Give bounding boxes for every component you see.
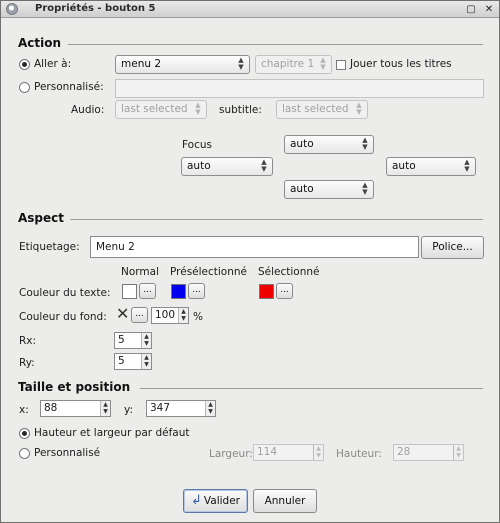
- focus-left-value: auto: [187, 160, 211, 172]
- focus-top-select[interactable]: auto ▲ ▼: [284, 135, 374, 154]
- text-color-label: Couleur du texte:: [19, 287, 111, 299]
- ok-button[interactable]: ↲ Valider: [183, 489, 248, 513]
- focus-label: Focus: [182, 139, 212, 151]
- updown-arrows-icon: ▲ ▼: [464, 158, 470, 173]
- audio-select[interactable]: last selected ▲ ▼: [115, 100, 207, 119]
- label-field-label: Etiquetage:: [19, 241, 80, 253]
- text-color-preselected-swatch[interactable]: [171, 284, 186, 299]
- focus-bottom-select[interactable]: auto ▲ ▼: [284, 180, 374, 199]
- default-size-radio[interactable]: [19, 428, 30, 439]
- rx-value: 5: [118, 334, 125, 346]
- preselected-column-header: Présélectionné: [170, 266, 248, 278]
- window-title: Propriétés - bouton 5: [35, 3, 156, 14]
- size-position-section-title: Taille et position: [18, 380, 131, 394]
- focus-right-select[interactable]: auto ▲ ▼: [386, 157, 476, 176]
- text-color-preselected-button[interactable]: ...: [188, 283, 205, 299]
- bg-opacity-value: 100: [155, 309, 176, 321]
- ok-button-label: Valider: [203, 495, 240, 507]
- app-icon: [6, 3, 18, 15]
- updown-arrows-icon: ▲ ▼: [261, 158, 267, 173]
- spin-arrows-icon[interactable]: ▲ ▼: [313, 445, 323, 460]
- custom-action-radio[interactable]: [19, 82, 30, 93]
- goto-chapter-select[interactable]: chapitre 1 ▲ ▼: [255, 55, 332, 74]
- x-value: 88: [44, 402, 58, 414]
- rx-label: Rx:: [19, 335, 37, 347]
- y-spinner[interactable]: 347 ▲ ▼: [146, 400, 216, 417]
- x-spinner[interactable]: 88 ▲ ▼: [40, 400, 111, 417]
- ry-value: 5: [118, 355, 125, 367]
- focus-right-value: auto: [392, 160, 416, 172]
- aspect-divider: [70, 219, 483, 220]
- goto-menu-select[interactable]: menu 2 ▲ ▼: [115, 55, 250, 74]
- spin-arrows-icon[interactable]: ▲ ▼: [141, 333, 151, 348]
- spin-arrows-icon[interactable]: ▲ ▼: [178, 308, 188, 323]
- height-value: 28: [397, 446, 411, 458]
- cancel-button[interactable]: Annuler: [253, 489, 317, 513]
- updown-arrows-icon: ▲ ▼: [320, 56, 326, 71]
- updown-arrows-icon: ▲ ▼: [356, 101, 362, 116]
- updown-arrows-icon: ▲ ▼: [362, 181, 368, 196]
- spin-arrows-icon[interactable]: ▲ ▼: [453, 445, 463, 460]
- action-section-title: Action: [18, 36, 62, 50]
- play-all-checkbox[interactable]: [336, 60, 346, 70]
- height-label: Hauteur:: [336, 448, 382, 460]
- no-color-icon[interactable]: ✕: [116, 306, 129, 322]
- bg-opacity-spinner[interactable]: 100 ▲ ▼: [151, 307, 189, 324]
- spin-arrows-icon[interactable]: ▲ ▼: [141, 354, 151, 369]
- percent-label: %: [193, 311, 203, 323]
- updown-arrows-icon: ▲ ▼: [195, 101, 201, 116]
- x-label: x:: [19, 404, 29, 416]
- action-divider: [68, 44, 483, 45]
- goto-radio[interactable]: [19, 59, 30, 70]
- default-size-label: Hauteur et largeur par défaut: [34, 427, 190, 439]
- text-color-selected-button[interactable]: ...: [276, 283, 293, 299]
- subtitle-select[interactable]: last selected ▲ ▼: [276, 100, 368, 119]
- ry-spinner[interactable]: 5 ▲ ▼: [114, 353, 152, 370]
- size-position-divider: [140, 388, 483, 389]
- focus-left-select[interactable]: auto ▲ ▼: [181, 157, 273, 176]
- custom-size-radio[interactable]: [19, 448, 30, 459]
- normal-column-header: Normal: [121, 266, 159, 278]
- text-color-normal-swatch[interactable]: [122, 284, 137, 299]
- focus-bottom-value: auto: [290, 183, 314, 195]
- width-label: Largeur:: [209, 448, 253, 460]
- audio-label: Audio:: [71, 104, 105, 116]
- text-color-selected-swatch[interactable]: [259, 284, 274, 299]
- close-button[interactable]: ✕: [482, 3, 496, 16]
- bg-color-button[interactable]: ...: [131, 307, 148, 323]
- custom-action-input[interactable]: [115, 79, 484, 98]
- goto-label: Aller à:: [34, 58, 72, 70]
- height-spinner[interactable]: 28 ▲ ▼: [393, 444, 464, 461]
- aspect-section-title: Aspect: [18, 211, 65, 225]
- play-all-label: Jouer tous les titres: [350, 58, 452, 70]
- font-button[interactable]: Police...: [421, 236, 484, 259]
- custom-action-label: Personnalisé:: [34, 81, 104, 93]
- spin-arrows-icon[interactable]: ▲ ▼: [205, 401, 215, 416]
- subtitle-value: last selected: [282, 103, 349, 115]
- y-value: 347: [150, 402, 171, 414]
- updown-arrows-icon: ▲ ▼: [362, 136, 368, 151]
- bg-color-label: Couleur du fond:: [19, 311, 107, 323]
- properties-dialog: Propriétés - bouton 5 ▢ ✕ Action Aller à…: [0, 0, 500, 523]
- goto-chapter-value: chapitre 1: [261, 58, 315, 70]
- goto-menu-value: menu 2: [121, 58, 162, 70]
- text-color-normal-button[interactable]: ...: [139, 283, 156, 299]
- audio-value: last selected: [121, 103, 188, 115]
- apply-arrow-icon: ↲: [191, 493, 202, 508]
- ry-label: Ry:: [19, 357, 35, 369]
- label-input[interactable]: Menu 2: [90, 236, 419, 258]
- maximize-button[interactable]: ▢: [464, 3, 478, 16]
- y-label: y:: [124, 404, 133, 416]
- width-spinner[interactable]: 114 ▲ ▼: [253, 444, 324, 461]
- updown-arrows-icon: ▲ ▼: [238, 56, 244, 71]
- spin-arrows-icon[interactable]: ▲ ▼: [100, 401, 110, 416]
- selected-column-header: Sélectionné: [258, 266, 320, 278]
- subtitle-label: subtitle:: [219, 104, 262, 116]
- rx-spinner[interactable]: 5 ▲ ▼: [114, 332, 152, 349]
- width-value: 114: [257, 446, 278, 458]
- title-bar: Propriétés - bouton 5 ▢ ✕: [1, 1, 499, 18]
- focus-top-value: auto: [290, 138, 314, 150]
- custom-size-label: Personnalisé: [34, 447, 101, 459]
